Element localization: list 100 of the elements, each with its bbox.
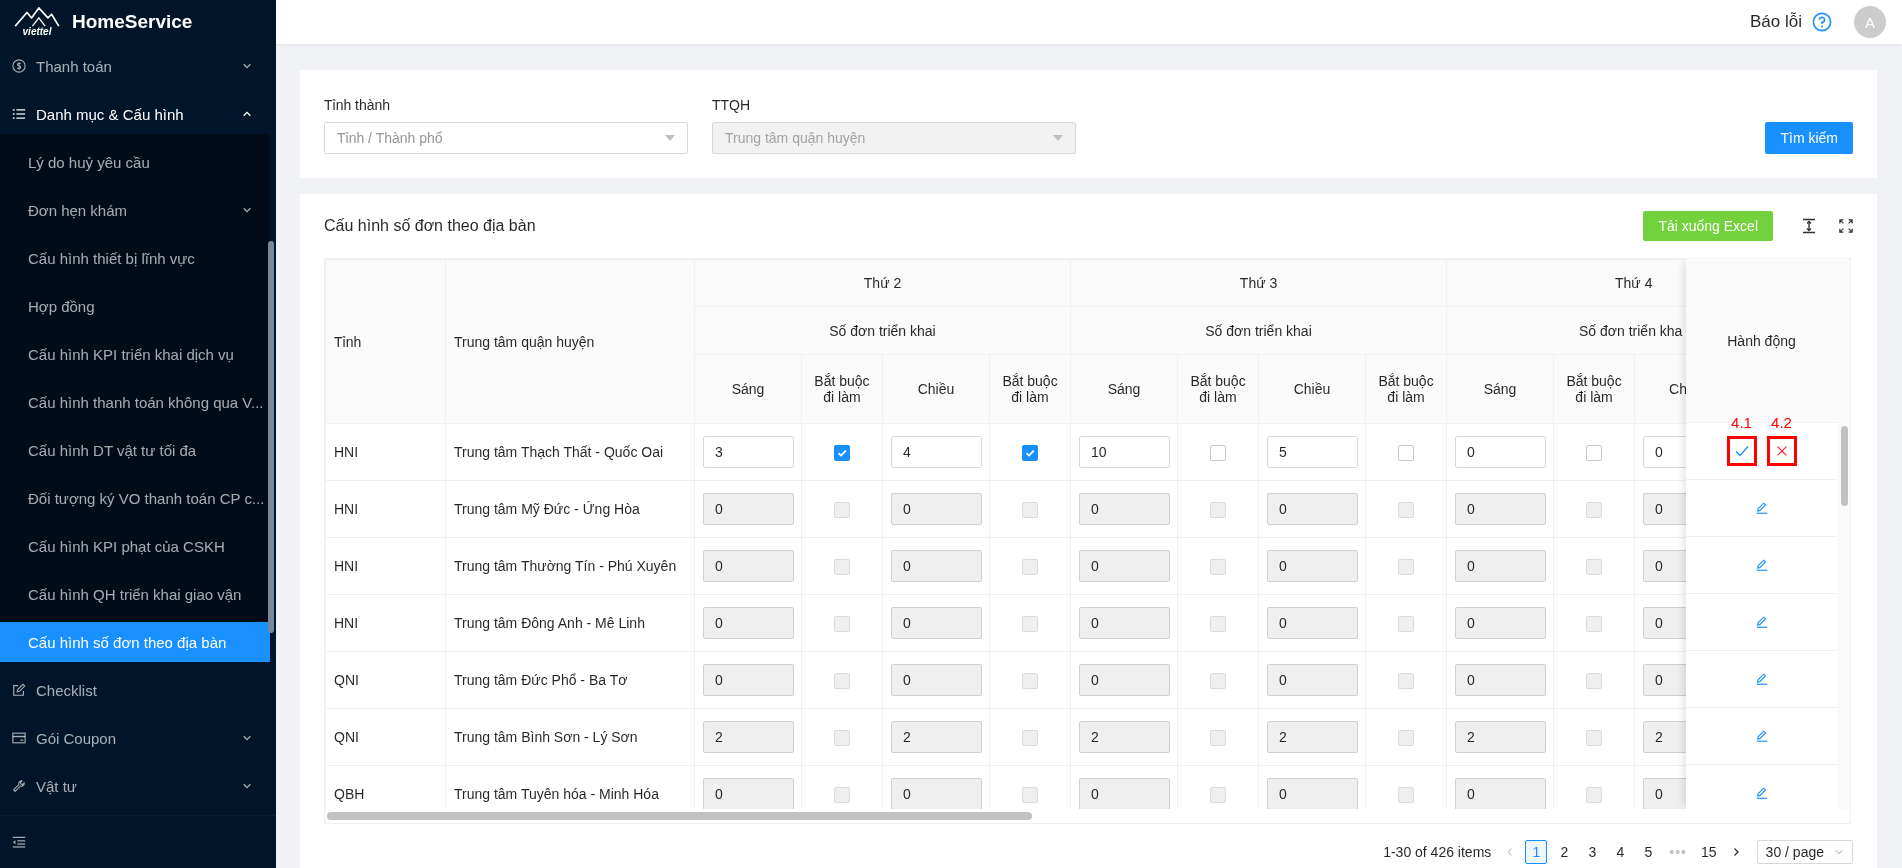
number-field[interactable]: 2 (1643, 721, 1686, 753)
app-title: HomeService (72, 11, 193, 33)
pencil-icon[interactable] (1754, 501, 1769, 515)
number-field[interactable]: 0 (891, 550, 982, 582)
number-field[interactable]: 0 (1643, 436, 1686, 468)
card-title: Cấu hình số đơn theo địa bàn (324, 217, 537, 235)
number-field[interactable]: 0 (1643, 778, 1686, 809)
number-field[interactable]: 0 (1079, 664, 1170, 696)
checkbox[interactable] (834, 444, 850, 461)
number-field[interactable]: 0 (1455, 607, 1547, 639)
checkbox[interactable] (1022, 444, 1038, 461)
logo-text: viettel (22, 27, 52, 37)
number-field[interactable]: 10 (1079, 436, 1170, 468)
number-field[interactable]: 0 (1267, 550, 1358, 582)
column-header: Chiều (882, 354, 990, 424)
page-size-select[interactable]: 30 / page (1756, 840, 1853, 864)
number-field[interactable]: 0 (891, 493, 982, 525)
checkbox[interactable] (1398, 444, 1414, 461)
pencil-icon[interactable] (1754, 558, 1769, 572)
column-header: Bắt buộc đi làm (1177, 354, 1259, 424)
number-field[interactable]: 0 (891, 778, 982, 809)
submenu-item[interactable]: Lý do huỷ yêu cầu (0, 142, 270, 182)
number-field[interactable]: 0 (703, 493, 794, 525)
number-field[interactable]: 0 (1455, 493, 1547, 525)
number-field[interactable]: 0 (1079, 550, 1170, 582)
number-field[interactable]: 0 (1643, 607, 1686, 639)
number-field[interactable]: 0 (1643, 664, 1686, 696)
submenu-item[interactable]: Cấu hình DT vật tư tối đa (0, 430, 270, 470)
number-field[interactable]: 0 (1455, 550, 1547, 582)
pencil-icon[interactable] (1754, 786, 1769, 800)
pencil-icon[interactable] (1754, 729, 1769, 743)
number-field[interactable]: 0 (703, 550, 794, 582)
column-group-header: Số đơn triển kha (1446, 306, 1686, 355)
number-field[interactable]: 0 (1267, 664, 1358, 696)
number-field[interactable]: 0 (1455, 778, 1547, 809)
submenu-item[interactable]: Đối tượng ký VO thanh toán CP c... (0, 478, 270, 518)
column-group-header: Thứ 4 (1446, 259, 1686, 307)
number-field[interactable]: 0 (1267, 493, 1358, 525)
number-field[interactable]: 0 (1455, 436, 1547, 468)
report-link[interactable]: Báo lỗi (1750, 12, 1802, 32)
number-field[interactable]: 0 (1079, 607, 1170, 639)
scrollbar-thumb[interactable] (327, 812, 1032, 820)
column-header: Ch (1634, 354, 1686, 424)
checkbox[interactable] (1586, 444, 1603, 461)
menu-item[interactable]: Gói Coupon (0, 718, 270, 758)
column-group-header: Số đơn triển khai (1070, 306, 1447, 355)
number-field[interactable]: 2 (891, 721, 982, 753)
table-cell: HNI (325, 423, 446, 481)
submenu-item[interactable]: Hợp đồng (0, 286, 270, 326)
number-field[interactable]: 2 (703, 721, 794, 753)
number-field[interactable]: 0 (1643, 550, 1686, 582)
number-field[interactable]: 0 (891, 607, 982, 639)
number-field[interactable]: 2 (1267, 721, 1358, 753)
pencil-icon[interactable] (1754, 672, 1769, 686)
field-label: TTQH (712, 97, 752, 113)
column-header: Bắt buộc đi làm (1553, 354, 1635, 424)
column-header: Bắt buộc đi làm (989, 354, 1071, 424)
table-cell: Trung tâm Đông Anh - Mê Linh (445, 594, 695, 652)
check-icon[interactable] (1733, 443, 1750, 459)
number-field[interactable]: 2 (1079, 721, 1170, 753)
checkbox[interactable] (1210, 444, 1226, 461)
column-header: Trung tâm quận huyện (445, 259, 695, 424)
number-field[interactable]: 0 (1079, 493, 1170, 525)
fullscreen-icon[interactable] (1839, 219, 1853, 233)
number-field[interactable]: 5 (1267, 436, 1358, 468)
number-field[interactable]: 3 (703, 436, 794, 468)
menu-item[interactable]: Thanh toán (0, 46, 270, 86)
submenu-item[interactable]: Cấu hình thiết bị lĩnh vực (0, 238, 270, 278)
caret-icon (242, 733, 252, 743)
number-field[interactable]: 2 (1455, 721, 1547, 753)
submenu-item[interactable]: Cấu hình QH triển khai giao vận (0, 574, 270, 614)
menu-item[interactable]: Checklist (0, 670, 270, 710)
number-field[interactable]: 0 (703, 664, 794, 696)
pencil-icon[interactable] (1754, 615, 1769, 629)
scrollbar-thumb[interactable] (268, 241, 274, 633)
caret-down-icon (665, 135, 675, 141)
number-field[interactable]: 0 (703, 607, 794, 639)
number-field[interactable]: 0 (1267, 607, 1358, 639)
number-field[interactable]: 0 (891, 664, 982, 696)
submenu-item[interactable]: Cấu hình KPI phạt của CSKH (0, 526, 270, 566)
number-field[interactable]: 0 (1643, 493, 1686, 525)
number-field[interactable]: 0 (1079, 778, 1170, 809)
column-height-icon[interactable] (1801, 218, 1817, 234)
number-field[interactable]: 0 (1267, 778, 1358, 809)
submenu-item[interactable]: Cấu hình thanh toán không qua V... (0, 382, 270, 422)
scrollbar-thumb[interactable] (1841, 426, 1848, 506)
submenu-item[interactable]: Cấu hình KPI triển khai dịch vụ (0, 334, 270, 374)
menu-item[interactable]: Danh mục & Cấu hình (0, 94, 270, 134)
table-cell: Trung tâm Thạch Thất - Quốc Oai (445, 423, 695, 481)
table-cell: HNI (325, 480, 446, 538)
column-group-header: Thứ 2 (694, 259, 1071, 307)
menu-fold-icon[interactable] (12, 835, 26, 849)
menu-item[interactable]: Vật tư (0, 766, 270, 806)
table-cell: Trung tâm Bình Sơn - Lý Sơn (445, 708, 695, 766)
card-icon (12, 731, 26, 745)
submenu-item[interactable]: Đơn hẹn khám (0, 190, 270, 230)
number-field[interactable]: 4 (891, 436, 982, 468)
help-icon[interactable] (1812, 12, 1832, 32)
number-field[interactable]: 0 (1455, 664, 1547, 696)
number-field[interactable]: 0 (703, 778, 794, 809)
